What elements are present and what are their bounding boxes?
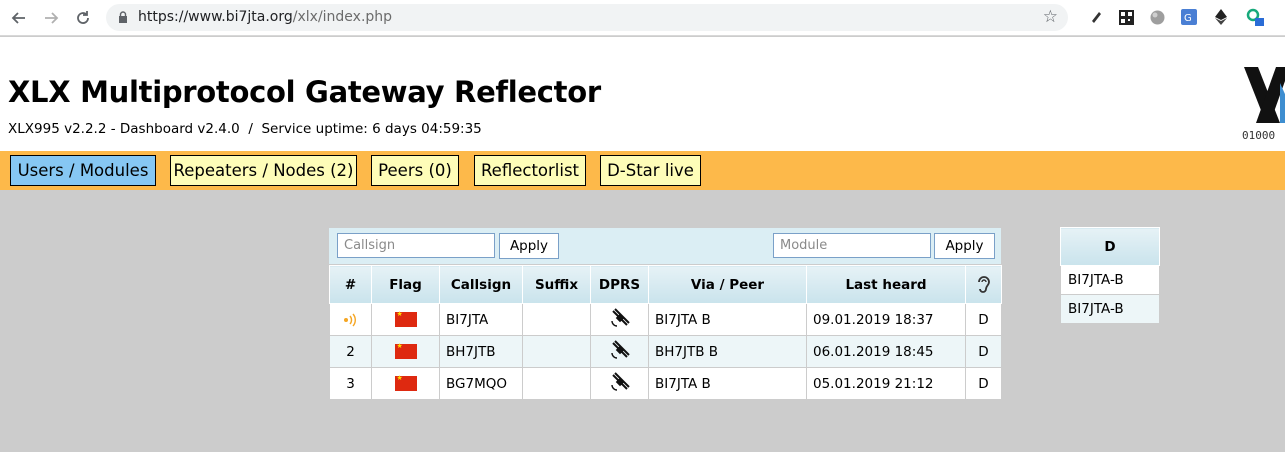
bookmark-star-icon[interactable]: ☆	[1043, 7, 1058, 27]
via-peer-cell: BI7JTA B	[648, 367, 807, 400]
col-header-callsign: Callsign	[439, 265, 523, 304]
module-user-item[interactable]: BI7JTA-B	[1060, 265, 1160, 295]
browser-toolbar: https://www.bi7jta.org/xlx/index.php ☆ G	[0, 0, 1285, 36]
module-cell: D	[965, 335, 1002, 368]
table-row: 3 BG7MQO BI7JTA B 05.01.2019 21:12 D	[329, 367, 1002, 400]
china-flag-icon	[394, 374, 417, 391]
col-header-dprs: DPRS	[590, 265, 649, 304]
module-cell: D	[965, 303, 1002, 336]
col-header-listen	[965, 265, 1002, 304]
callsign-cell[interactable]: BG7MQO	[439, 367, 523, 400]
apply-callsign-button[interactable]: Apply	[499, 233, 559, 259]
address-bar[interactable]: https://www.bi7jta.org/xlx/index.php ☆	[106, 4, 1068, 31]
lock-icon	[119, 11, 127, 23]
qr-code-icon[interactable]	[1117, 8, 1135, 26]
globe-icon[interactable]	[1148, 8, 1166, 26]
via-peer-cell: BH7JTB B	[648, 335, 807, 368]
satellite-icon[interactable]	[609, 371, 631, 393]
last-heard-cell: 09.01.2019 18:37	[806, 303, 966, 336]
apply-module-button[interactable]: Apply	[934, 233, 995, 259]
module-cell: D	[965, 367, 1002, 400]
suffix-cell	[522, 303, 591, 336]
page-header: XLX Multiprotocol Gateway Reflector XLX9…	[0, 37, 1285, 151]
page-title: XLX Multiprotocol Gateway Reflector	[8, 75, 601, 109]
table-header-row: # Flag Callsign Suffix DPRS Via / Peer L…	[329, 265, 1002, 304]
satellite-icon[interactable]	[609, 307, 631, 329]
last-heard-cell: 05.01.2019 21:12	[806, 367, 966, 400]
tab-peers[interactable]: Peers (0)	[371, 155, 459, 186]
main-navigation: Users / Modules Repeaters / Nodes (2) Pe…	[0, 151, 1285, 190]
url-host: https://www.bi7jta.org	[138, 9, 293, 25]
xlx-logo: 01000	[1240, 65, 1285, 141]
transmitting-icon	[343, 313, 356, 326]
callsign-cell[interactable]: BI7JTA	[439, 303, 523, 336]
suffix-cell	[522, 367, 591, 400]
row-status-cell	[329, 303, 372, 336]
table-row: 2 BH7JTB BH7JTB B 06.01.2019 18:45 D	[329, 335, 1002, 368]
callsign-cell[interactable]: BH7JTB	[439, 335, 523, 368]
translate-icon[interactable]: G	[1180, 8, 1198, 26]
svg-text:01000: 01000	[1242, 129, 1275, 141]
pen-extension-icon[interactable]	[1087, 8, 1105, 26]
tab-dstar-live[interactable]: D-Star live	[600, 155, 701, 186]
forward-icon[interactable]	[40, 7, 62, 29]
col-header-suffix: Suffix	[522, 265, 591, 304]
col-header-number: #	[329, 265, 372, 304]
row-number-cell: 3	[329, 367, 372, 400]
col-header-last-heard: Last heard	[806, 265, 966, 304]
col-header-via-peer: Via / Peer	[648, 265, 807, 304]
tab-repeaters-nodes[interactable]: Repeaters / Nodes (2)	[170, 155, 357, 186]
reload-icon[interactable]	[72, 7, 94, 29]
module-table: D BI7JTA-B BI7JTA-B	[1060, 227, 1160, 324]
svg-text:G: G	[1184, 13, 1192, 24]
via-peer-cell: BI7JTA B	[648, 303, 807, 336]
satellite-icon[interactable]	[609, 339, 631, 361]
tab-reflectorlist[interactable]: Reflectorlist	[474, 155, 586, 186]
callsign-filter-input[interactable]	[337, 233, 495, 258]
table-row: BI7JTA BI7JTA B 09.01.2019 18:37 D	[329, 303, 1002, 336]
extension-badge-icon[interactable]	[1246, 8, 1264, 26]
ear-icon	[977, 275, 990, 293]
ethereum-icon[interactable]	[1212, 8, 1230, 26]
col-header-flag: Flag	[371, 265, 440, 304]
filter-bar: Apply Apply	[329, 228, 1001, 264]
tab-users-modules[interactable]: Users / Modules	[10, 155, 156, 186]
last-heard-cell: 06.01.2019 18:45	[806, 335, 966, 368]
china-flag-icon	[394, 310, 417, 327]
module-filter-input[interactable]	[773, 233, 931, 258]
suffix-cell	[522, 335, 591, 368]
china-flag-icon	[394, 342, 417, 359]
users-table: # Flag Callsign Suffix DPRS Via / Peer L…	[329, 265, 1002, 400]
row-number-cell: 2	[329, 335, 372, 368]
module-user-item[interactable]: BI7JTA-B	[1060, 294, 1160, 324]
url-text: https://www.bi7jta.org/xlx/index.php	[138, 9, 392, 25]
version-uptime-text: XLX995 v2.2.2 - Dashboard v2.4.0 / Servi…	[8, 121, 482, 137]
url-path: /xlx/index.php	[292, 9, 393, 25]
module-header: D	[1060, 227, 1160, 266]
back-icon[interactable]	[8, 7, 30, 29]
